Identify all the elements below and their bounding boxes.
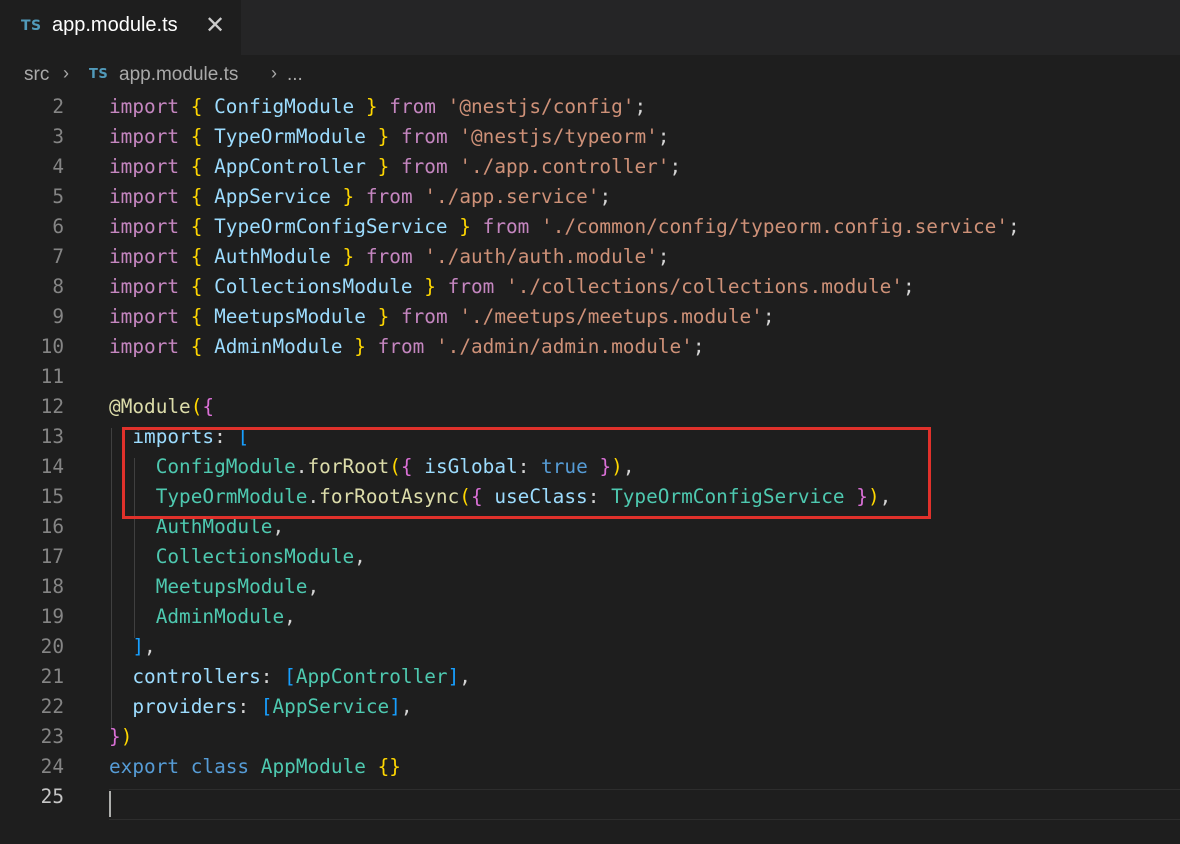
- line-number: 2: [52, 95, 64, 118]
- code-line[interactable]: 23}): [0, 722, 1180, 752]
- line-number: 22: [40, 695, 64, 718]
- line-code: import { AppService } from './app.servic…: [109, 185, 612, 208]
- line-code: import { MeetupsModule } from './meetups…: [109, 305, 775, 328]
- line-number: 23: [40, 725, 64, 748]
- code-line[interactable]: 10 import { AdminModule } from './admin/a…: [0, 332, 1180, 362]
- code-line[interactable]: 21 controllers: [AppController],: [0, 662, 1180, 692]
- line-code: import { TypeOrmModule } from '@nestjs/t…: [109, 125, 670, 148]
- line-number: 25: [40, 785, 64, 808]
- line-number: 21: [40, 665, 64, 688]
- breadcrumb-symbols[interactable]: ...: [287, 64, 303, 86]
- breadcrumb-folder-src[interactable]: src: [24, 64, 49, 86]
- line-number: 10: [40, 335, 64, 358]
- line-code: import { CollectionsModule } from './col…: [109, 275, 915, 298]
- code-line[interactable]: 17 CollectionsModule,: [0, 542, 1180, 572]
- code-line[interactable]: 6 import { TypeOrmConfigService } from '.…: [0, 212, 1180, 242]
- line-number: 19: [40, 605, 64, 628]
- line-number: 15: [40, 485, 64, 508]
- line-number: 24: [40, 755, 64, 778]
- line-code: MeetupsModule,: [155, 575, 320, 598]
- line-code: CollectionsModule,: [155, 545, 366, 568]
- line-code: @Module({: [109, 395, 215, 418]
- line-number: 4: [52, 155, 64, 178]
- line-code: }): [109, 725, 133, 748]
- line-code: controllers: [AppController],: [132, 665, 471, 688]
- line-number: 8: [52, 275, 64, 298]
- text-cursor: [109, 791, 111, 817]
- code-editor[interactable]: 2 import { ConfigModule } from '@nestjs/c…: [0, 95, 1180, 844]
- code-line[interactable]: 22 providers: [AppService],: [0, 692, 1180, 722]
- code-line[interactable]: 18 MeetupsModule,: [0, 572, 1180, 602]
- typescript-file-icon: TS: [21, 18, 42, 34]
- line-number: 11: [40, 365, 64, 388]
- chevron-right-icon: ›: [271, 63, 277, 83]
- line-number: 7: [52, 245, 64, 268]
- code-line[interactable]: 24 export class AppModule {}: [0, 752, 1180, 782]
- code-line[interactable]: 2 import { ConfigModule } from '@nestjs/c…: [0, 95, 1180, 122]
- code-line[interactable]: 5 import { AppService } from './app.servi…: [0, 182, 1180, 212]
- code-line[interactable]: 4 import { AppController } from './app.co…: [0, 152, 1180, 182]
- line-number: 9: [52, 305, 64, 328]
- line-code: import { AdminModule } from './admin/adm…: [109, 335, 705, 358]
- code-line[interactable]: 8 import { CollectionsModule } from './co…: [0, 272, 1180, 302]
- line-number: 20: [40, 635, 64, 658]
- line-code: import { TypeOrmConfigService } from './…: [109, 215, 1020, 238]
- line-number: 18: [40, 575, 64, 598]
- line-code: providers: [AppService],: [132, 695, 413, 718]
- typescript-file-icon: TS: [89, 67, 109, 82]
- line-code: import { AppController } from './app.con…: [109, 155, 682, 178]
- close-icon[interactable]: ✕: [203, 14, 227, 38]
- code-line[interactable]: 20 ],: [0, 632, 1180, 662]
- line-code: AdminModule,: [155, 605, 296, 628]
- code-line[interactable]: 7 import { AuthModule } from './auth/auth…: [0, 242, 1180, 272]
- line-number: 14: [40, 455, 64, 478]
- line-code: import { ConfigModule } from '@nestjs/co…: [109, 95, 647, 118]
- code-line[interactable]: 9 import { MeetupsModule } from './meetup…: [0, 302, 1180, 332]
- breadcrumb: src › TS app.module.ts › ...: [0, 55, 1180, 95]
- tab-app-module[interactable]: TS app.module.ts ✕: [0, 0, 241, 55]
- code-line[interactable]: 19 AdminModule,: [0, 602, 1180, 632]
- line-code: import { AuthModule } from './auth/auth.…: [109, 245, 670, 268]
- line-number: 6: [52, 215, 64, 238]
- tab-title: app.module.ts: [52, 14, 178, 36]
- tab-bar: TS app.module.ts ✕: [0, 0, 1180, 55]
- line-number: 17: [40, 545, 64, 568]
- line-number: 16: [40, 515, 64, 538]
- line-number: 3: [52, 125, 64, 148]
- line-number: 5: [52, 185, 64, 208]
- breadcrumb-file[interactable]: app.module.ts: [119, 64, 238, 86]
- code-line[interactable]: 11: [0, 362, 1180, 392]
- annotation-highlight-box: [122, 427, 931, 519]
- line-number: 13: [40, 425, 64, 448]
- chevron-right-icon: ›: [63, 63, 69, 83]
- line-code: ],: [132, 635, 156, 658]
- code-line[interactable]: 12 @Module({: [0, 392, 1180, 422]
- code-line[interactable]: 3 import { TypeOrmModule } from '@nestjs/…: [0, 122, 1180, 152]
- line-code: export class AppModule {}: [109, 755, 401, 778]
- line-number: 12: [40, 395, 64, 418]
- code-line[interactable]: 25: [0, 782, 1180, 812]
